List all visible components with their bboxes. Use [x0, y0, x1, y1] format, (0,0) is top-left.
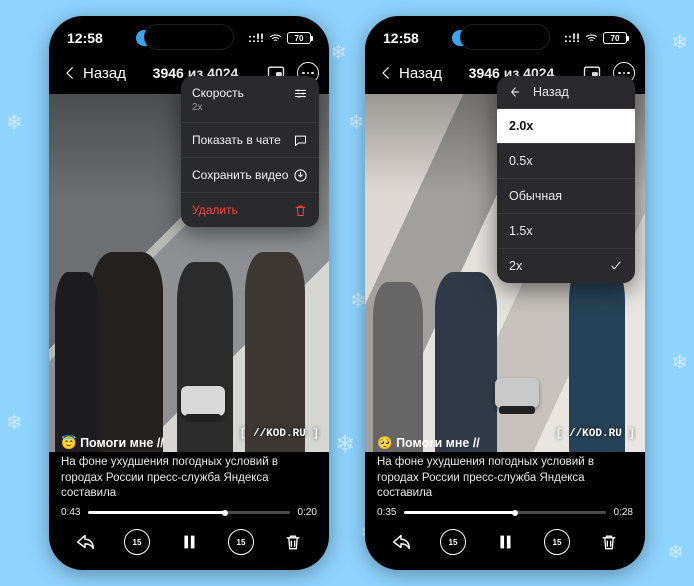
skip-back-icon: 15 — [440, 529, 466, 555]
wifi-icon — [584, 31, 599, 46]
seek-played — [88, 511, 225, 514]
elapsed-time: 0:43 — [61, 507, 80, 518]
menu-show-in-chat[interactable]: Показать в чате — [181, 123, 319, 158]
chevron-left-icon — [377, 64, 395, 82]
check-icon — [609, 259, 623, 273]
delete-button[interactable] — [279, 528, 307, 556]
skip-forward-button[interactable]: 15 — [543, 528, 571, 556]
caption-body: На фоне ухудшения погодных условий в гор… — [61, 455, 317, 502]
dynamic-island — [144, 24, 234, 50]
battery-indicator: 70 — [603, 32, 627, 44]
remaining-time: 0:20 — [298, 507, 317, 518]
skip-back-button[interactable]: 15 — [439, 528, 467, 556]
battery-indicator: 70 — [287, 32, 311, 44]
menu-delete[interactable]: Удалить — [181, 193, 319, 227]
speed-option[interactable]: 1.5x — [497, 214, 635, 249]
status-time: 12:58 — [383, 30, 419, 46]
back-button[interactable]: Назад — [59, 62, 126, 84]
elapsed-time: 0:35 — [377, 507, 396, 518]
pause-button[interactable] — [175, 528, 203, 556]
progress-bar[interactable]: 0:35 0:28 — [377, 507, 633, 518]
caption-emoji: 😇 — [61, 436, 77, 450]
phone-screenshot-left: 12:58 TELEGRAM ::!! 70 Назад 3946 из 402… — [49, 16, 329, 570]
skip-back-icon: 15 — [124, 529, 150, 555]
sliders-icon — [292, 85, 308, 101]
caption-body: На фоне ухудшения погодных условий в гор… — [377, 455, 633, 502]
signal-icon: ::!! — [248, 31, 264, 45]
share-icon — [74, 531, 96, 553]
pause-icon — [178, 531, 200, 553]
dynamic-island — [460, 24, 550, 50]
seek-thumb[interactable] — [222, 510, 228, 516]
playback-controls: 15 15 — [49, 522, 329, 562]
trash-icon — [283, 532, 303, 552]
speed-picker-back[interactable]: Назад — [497, 76, 635, 109]
signal-icon: ::!! — [564, 31, 580, 45]
progress-bar[interactable]: 0:43 0:20 — [61, 507, 317, 518]
menu-save-video[interactable]: Сохранить видео — [181, 158, 319, 193]
download-icon — [292, 167, 308, 183]
speed-option[interactable]: Обычная — [497, 179, 635, 214]
trash-icon — [599, 532, 619, 552]
seek-track[interactable] — [404, 511, 605, 514]
speed-option-selected[interactable]: 2.0x — [497, 109, 635, 144]
menu-speed[interactable]: Скорость 2x — [181, 76, 319, 123]
caption-emoji: 🥺 — [377, 436, 393, 450]
video-caption: 🥺 Помоги мне // На фоне ухудшения погодн… — [365, 429, 645, 506]
skip-forward-icon: 15 — [228, 529, 254, 555]
chat-bubble-icon — [292, 132, 308, 148]
trash-icon — [292, 202, 308, 218]
skip-back-button[interactable]: 15 — [123, 528, 151, 556]
share-button[interactable] — [71, 528, 99, 556]
share-icon — [390, 531, 412, 553]
wifi-icon — [268, 31, 283, 46]
status-time: 12:58 — [67, 30, 103, 46]
playback-controls: 15 15 — [365, 522, 645, 562]
delete-button[interactable] — [595, 528, 623, 556]
video-settings-menu: Скорость 2x Показать в чате Сохранить ви… — [181, 76, 319, 227]
phone-screenshot-right: 12:58 TELEGRAM ::!! 70 Назад 3946 из 402… — [365, 16, 645, 570]
seek-played — [404, 511, 515, 514]
skip-forward-button[interactable]: 15 — [227, 528, 255, 556]
pause-icon — [494, 531, 516, 553]
seek-thumb[interactable] — [512, 510, 518, 516]
pause-button[interactable] — [491, 528, 519, 556]
video-caption: 😇 Помоги мне // На фоне ухудшения погодн… — [49, 429, 329, 506]
remaining-time: 0:28 — [614, 507, 633, 518]
chevron-left-icon — [61, 64, 79, 82]
seek-track[interactable] — [88, 511, 289, 514]
skip-forward-icon: 15 — [544, 529, 570, 555]
back-button[interactable]: Назад — [375, 62, 442, 84]
share-button[interactable] — [387, 528, 415, 556]
speed-picker: Назад 2.0x 0.5x Обычная 1.5x 2x — [497, 76, 635, 283]
speed-option[interactable]: 0.5x — [497, 144, 635, 179]
speed-option[interactable]: 2x — [497, 249, 635, 283]
arrow-left-icon — [507, 85, 521, 99]
